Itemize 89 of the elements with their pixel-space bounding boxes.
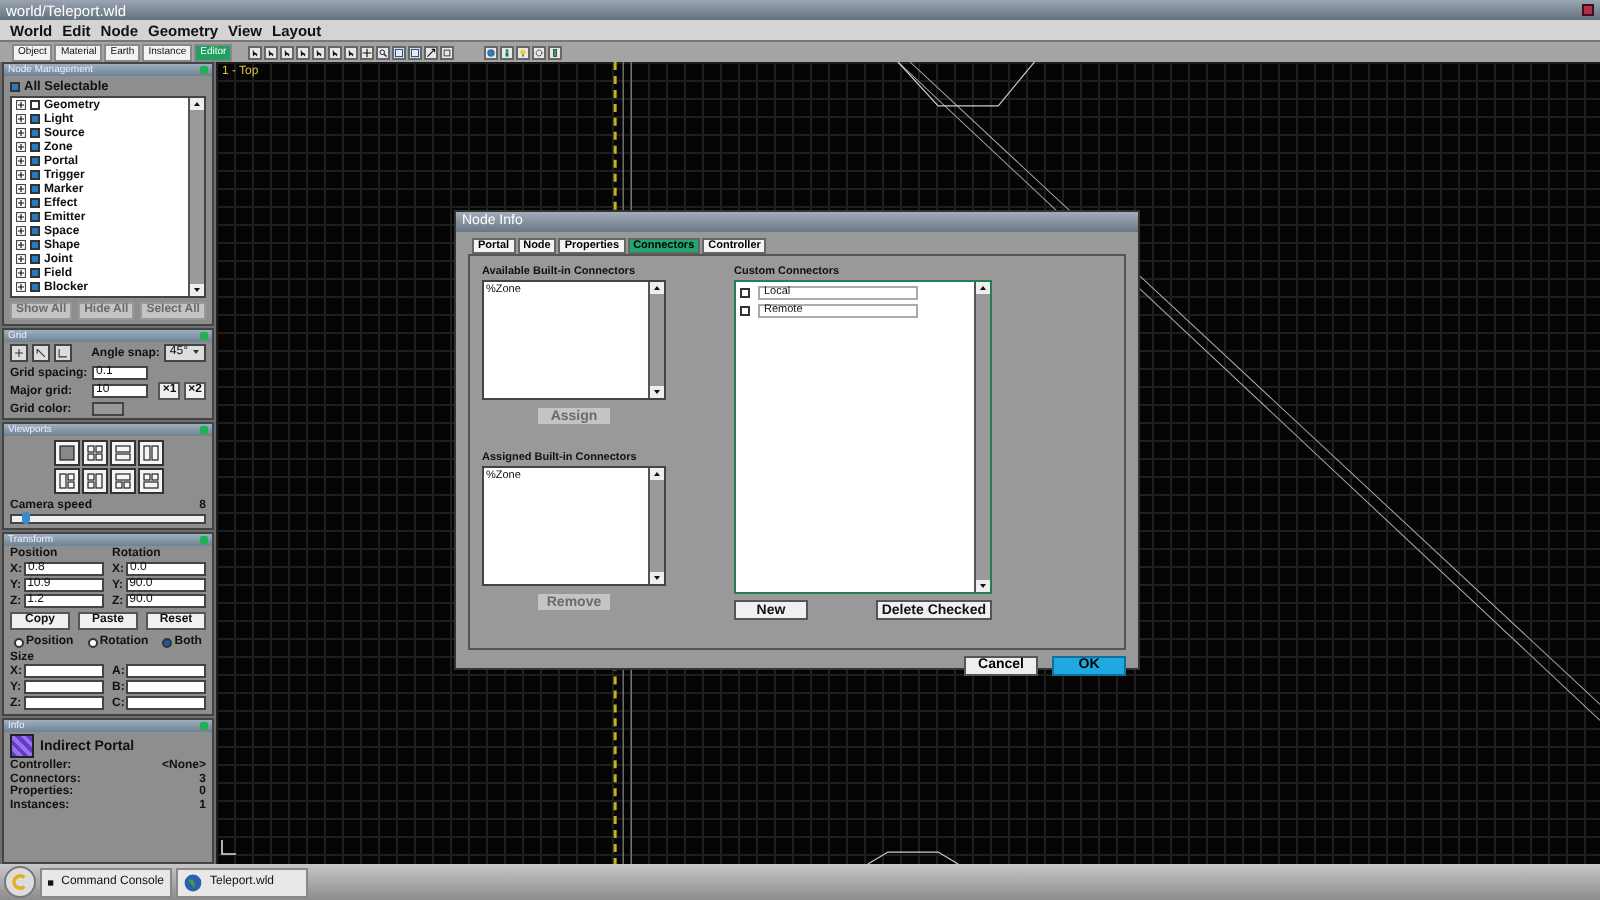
checkbox[interactable] — [30, 212, 40, 222]
expand-icon[interactable] — [16, 212, 26, 222]
terminal-icon — [48, 875, 54, 889]
arrow-cursor-icon[interactable] — [248, 45, 263, 59]
checkbox[interactable] — [30, 226, 40, 236]
start-button[interactable] — [4, 866, 36, 898]
layout-grid-icon[interactable] — [53, 440, 79, 466]
expand-icon[interactable] — [16, 114, 26, 124]
expand-icon[interactable] — [16, 254, 26, 264]
checkbox[interactable] — [30, 184, 40, 194]
checkbox[interactable] — [30, 170, 40, 180]
color-swatch[interactable] — [92, 402, 124, 416]
expand-icon[interactable] — [16, 282, 26, 292]
down-arrow-icon[interactable] — [650, 572, 664, 584]
input-field[interactable] — [126, 696, 206, 710]
square-frame-icon[interactable] — [440, 45, 455, 59]
input-field[interactable] — [126, 664, 206, 678]
checkbox[interactable] — [10, 81, 20, 91]
radio-button[interactable] — [87, 637, 98, 647]
scrollbar[interactable] — [648, 281, 664, 398]
input-field[interactable] — [23, 696, 104, 710]
expand-icon[interactable] — [16, 184, 26, 194]
battery-icon[interactable] — [548, 45, 563, 59]
up-arrow-icon[interactable] — [650, 281, 664, 294]
arrow-cursor-icon[interactable] — [328, 45, 343, 59]
up-arrow-icon[interactable] — [650, 467, 664, 480]
globe-icon[interactable] — [484, 45, 499, 59]
checkbox[interactable] — [30, 282, 40, 292]
arrow-cursor-icon[interactable] — [280, 45, 295, 59]
checkbox[interactable] — [30, 254, 40, 264]
input-field[interactable] — [24, 664, 104, 678]
camera-speed-slider[interactable] — [10, 514, 206, 524]
angle-icon[interactable] — [54, 344, 72, 362]
checkbox[interactable] — [30, 240, 40, 250]
checkbox[interactable] — [740, 306, 750, 316]
scrollbar[interactable] — [188, 98, 204, 296]
axis-gizmo-icon — [220, 840, 236, 856]
outline-shape — [897, 62, 1035, 107]
input-field[interactable] — [126, 680, 206, 694]
plus-icon[interactable] — [10, 344, 28, 362]
expand-icon[interactable] — [16, 198, 26, 208]
expand-icon[interactable] — [16, 170, 26, 180]
radio-button[interactable] — [14, 637, 25, 647]
light-bulb-icon[interactable] — [516, 45, 531, 59]
down-arrow-icon[interactable] — [976, 580, 990, 592]
expand-icon[interactable] — [16, 142, 26, 152]
checkbox[interactable] — [30, 114, 40, 124]
scrollbar[interactable] — [648, 467, 664, 584]
expand-icon[interactable] — [16, 240, 26, 250]
arrow-cursor-icon[interactable] — [344, 45, 359, 59]
input-field[interactable] — [23, 680, 104, 694]
arrow-cursor-icon[interactable] — [264, 45, 279, 59]
radio-button[interactable] — [162, 637, 173, 647]
globe-icon — [184, 873, 202, 891]
up-arrow-icon[interactable] — [190, 98, 204, 110]
outline-shape — [867, 851, 959, 864]
checkbox[interactable] — [740, 288, 750, 298]
checkbox[interactable] — [30, 142, 40, 152]
arrow-cursor-icon[interactable] — [312, 45, 327, 59]
checkbox[interactable] — [30, 268, 40, 278]
portal-icon — [10, 734, 34, 758]
down-arrow-icon[interactable] — [650, 386, 664, 398]
person-icon[interactable] — [500, 45, 515, 59]
layout-grid-icon[interactable] — [53, 468, 79, 494]
expand-icon[interactable] — [16, 156, 26, 166]
scrollbar[interactable] — [974, 282, 990, 592]
checkbox[interactable] — [30, 156, 40, 166]
checkbox[interactable] — [30, 128, 40, 138]
expand-icon[interactable] — [16, 128, 26, 138]
zoom-icon[interactable] — [376, 45, 391, 59]
checkbox[interactable] — [30, 198, 40, 208]
expand-icon[interactable] — [16, 226, 26, 236]
arrow-cursor-icon[interactable] — [296, 45, 311, 59]
down-arrow-icon[interactable] — [190, 284, 204, 296]
layout-grid-icon[interactable] — [109, 468, 135, 494]
diagonal-arrow-icon[interactable] — [424, 45, 439, 59]
layout-grid-icon[interactable] — [109, 440, 135, 466]
slider-thumb[interactable] — [21, 512, 30, 524]
expand-icon[interactable] — [16, 100, 26, 110]
layout-grid-icon[interactable] — [137, 468, 163, 494]
expand-icon[interactable] — [16, 268, 26, 278]
layout-grid-icon[interactable] — [137, 440, 163, 466]
up-arrow-icon[interactable] — [976, 282, 990, 294]
move-cross-icon[interactable] — [360, 45, 375, 59]
layout-grid-icon[interactable] — [81, 440, 107, 466]
close-icon[interactable] — [1582, 4, 1594, 16]
layout-grid-icon[interactable] — [81, 468, 107, 494]
checkbox[interactable] — [30, 100, 40, 110]
top-viewport[interactable] — [216, 62, 1600, 864]
